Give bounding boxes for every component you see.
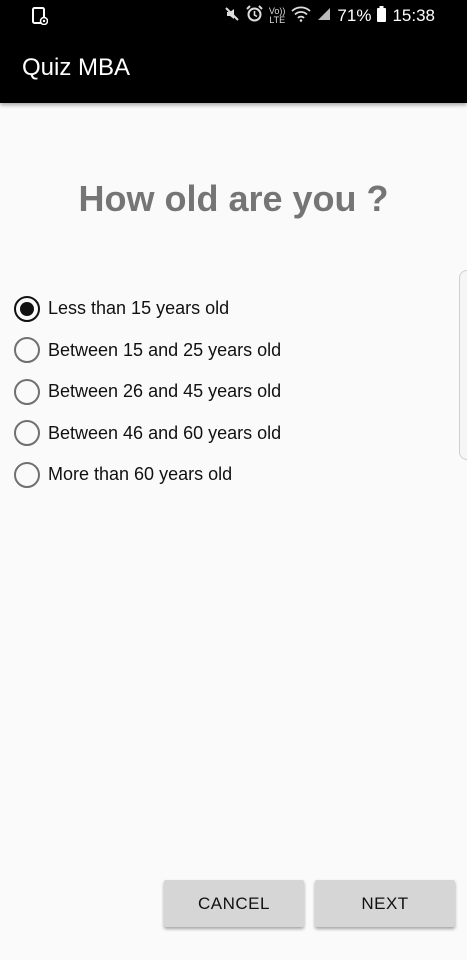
radio-button[interactable] bbox=[14, 420, 40, 447]
answer-option[interactable]: Between 15 and 25 years old bbox=[14, 330, 281, 372]
answer-option[interactable]: Between 26 and 45 years old bbox=[14, 371, 281, 413]
signal-icon bbox=[317, 6, 331, 26]
radio-button[interactable] bbox=[14, 337, 40, 364]
battery-icon bbox=[377, 5, 387, 27]
app-title: Quiz MBA bbox=[22, 54, 131, 81]
alarm-icon bbox=[246, 5, 263, 27]
answer-option[interactable]: Between 46 and 60 years old bbox=[14, 413, 281, 455]
notification-icon bbox=[32, 7, 49, 30]
question-title: How old are you ? bbox=[78, 178, 389, 219]
answer-option-label: Less than 15 years old bbox=[48, 298, 230, 319]
answer-option-label: More than 60 years old bbox=[48, 464, 233, 485]
status-icons: Vo)) LTE 71% 15:38 bbox=[224, 5, 435, 27]
answer-option[interactable]: More than 60 years old bbox=[14, 454, 281, 496]
clock: 15:38 bbox=[392, 6, 435, 25]
radio-button[interactable] bbox=[14, 461, 40, 488]
answer-radio-group: Less than 15 years old Between 15 and 25… bbox=[14, 288, 281, 496]
answer-option[interactable]: Less than 15 years old bbox=[14, 288, 281, 330]
app-bar: Quiz MBA bbox=[0, 34, 467, 103]
answer-option-label: Between 46 and 60 years old bbox=[48, 422, 282, 443]
radio-button[interactable] bbox=[14, 378, 40, 405]
battery-percent: 71% bbox=[337, 6, 372, 25]
edge-panel-handle[interactable] bbox=[459, 270, 467, 460]
radio-button-selected[interactable] bbox=[14, 295, 40, 322]
wifi-icon bbox=[291, 6, 312, 27]
mute-icon bbox=[224, 6, 240, 26]
cancel-button[interactable]: CANCEL bbox=[164, 880, 304, 927]
next-button[interactable]: NEXT bbox=[315, 880, 455, 927]
answer-option-label: Between 26 and 45 years old bbox=[48, 381, 282, 402]
volte-icon: Vo)) LTE bbox=[269, 7, 286, 25]
volte-bottom-label: LTE bbox=[269, 15, 286, 25]
answer-option-label: Between 15 and 25 years old bbox=[48, 339, 282, 360]
status-bar: Vo)) LTE 71% 15:38 bbox=[0, 0, 467, 34]
